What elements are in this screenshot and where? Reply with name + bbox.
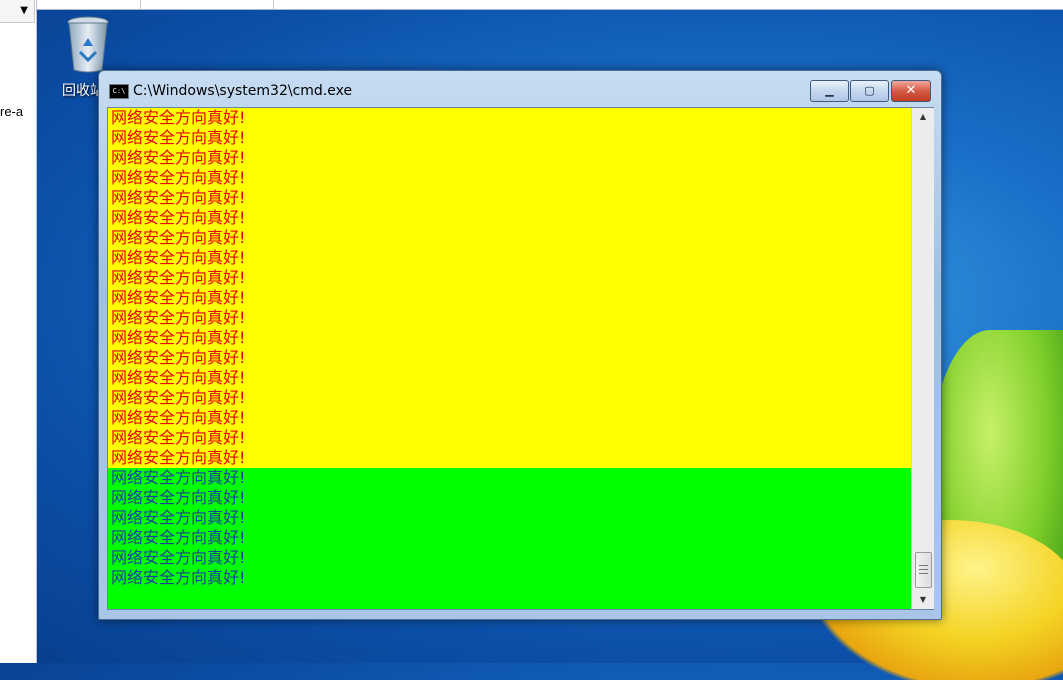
maximize-icon: ▢	[864, 84, 875, 97]
dropdown-box[interactable]: ▼	[0, 0, 35, 23]
console-line: 网络安全方向真好!	[111, 508, 246, 527]
console-line: 网络安全方向真好!	[111, 208, 246, 227]
green-output-lines: 网络安全方向真好! 网络安全方向真好! 网络安全方向真好! 网络安全方向真好! 网络安全…	[111, 468, 245, 588]
console-line: 网络安全方向真好!	[111, 148, 246, 167]
console-line: 网络安全方向真好!	[111, 388, 246, 407]
grip-line	[919, 573, 928, 574]
console-line: 网络安全方向真好!	[111, 188, 246, 207]
window-title: C:\Windows\system32\cmd.exe	[133, 83, 353, 99]
console-line: 网络安全方向真好!	[111, 488, 246, 507]
maximize-button[interactable]: ▢	[850, 80, 889, 102]
console-line: 网络安全方向真好!	[111, 548, 246, 567]
recycle-bin-icon	[67, 16, 109, 73]
console-line: 网络安全方向真好!	[111, 248, 246, 267]
scroll-up-button[interactable]: ▲	[912, 108, 934, 126]
scrollbar-thumb[interactable]	[915, 552, 932, 588]
console-line: 网络安全方向真好!	[111, 428, 246, 447]
left-app-panel: ▼ re-a	[0, 0, 37, 663]
console-line: 网络安全方向真好!	[111, 468, 246, 487]
console-line: 网络安全方向真好!	[111, 568, 246, 587]
yellow-output-region: 网络安全方向真好! 网络安全方向真好! 网络安全方向真好! 网络安全方向真好! 网络安全…	[108, 108, 911, 468]
console-line: 网络安全方向真好!	[111, 408, 246, 427]
console-line: 网络安全方向真好!	[111, 168, 246, 187]
console-line: 网络安全方向真好!	[111, 288, 246, 307]
title-bar[interactable]: C:\ C:\Windows\system32\cmd.exe ▁ ▢ ✕	[99, 71, 941, 107]
close-button[interactable]: ✕	[891, 80, 931, 102]
minimize-icon: ▁	[825, 84, 834, 97]
scroll-down-button[interactable]: ▼	[912, 591, 934, 609]
console-line: 网络安全方向真好!	[111, 108, 246, 127]
console-line: 网络安全方向真好!	[111, 528, 246, 547]
console-line: 网络安全方向真好!	[111, 348, 246, 367]
cmd-window[interactable]: C:\ C:\Windows\system32\cmd.exe ▁ ▢ ✕ 网络…	[98, 70, 942, 620]
console-line: 网络安全方向真好!	[111, 328, 246, 347]
console-line: 网络安全方向真好!	[111, 128, 246, 147]
background-window-tab	[140, 0, 274, 9]
chevron-down-icon[interactable]: ▼	[20, 5, 28, 16]
vertical-scrollbar[interactable]: ▲ ▼	[911, 108, 934, 609]
console-line: 网络安全方向真好!	[111, 308, 246, 327]
green-output-region: 网络安全方向真好! 网络安全方向真好! 网络安全方向真好! 网络安全方向真好! 网络安全…	[108, 468, 911, 609]
grip-line	[919, 569, 928, 570]
console-line: 网络安全方向真好!	[111, 368, 246, 387]
minimize-button[interactable]: ▁	[810, 80, 849, 102]
cmd-icon: C:\	[109, 84, 129, 99]
console-line: 网络安全方向真好!	[111, 268, 246, 287]
truncated-label: re-a	[0, 104, 24, 119]
grip-line	[919, 565, 928, 566]
background-window-strip	[36, 0, 1063, 10]
console-line: 网络安全方向真好!	[111, 228, 246, 247]
close-icon: ✕	[905, 83, 917, 98]
console-line: 网络安全方向真好!	[111, 448, 246, 467]
console-area[interactable]: 网络安全方向真好! 网络安全方向真好! 网络安全方向真好! 网络安全方向真好! 网络安全…	[107, 107, 934, 610]
yellow-output-lines: 网络安全方向真好! 网络安全方向真好! 网络安全方向真好! 网络安全方向真好! 网络安全…	[111, 108, 245, 468]
